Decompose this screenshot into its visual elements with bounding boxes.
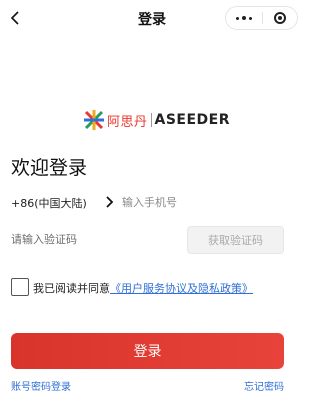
agreement-prefix: 我已阅读并同意 bbox=[33, 282, 110, 295]
miniapp-close-icon bbox=[274, 12, 286, 24]
logo-separator bbox=[150, 113, 152, 127]
more-dots-icon bbox=[236, 16, 239, 20]
login-button[interactable]: 登录 bbox=[11, 333, 284, 369]
logo-english-text: ASEEDER bbox=[154, 112, 231, 128]
get-code-button[interactable]: 获取验证码 bbox=[187, 226, 284, 254]
agreement-text: 我已阅读并同意《用户服务协议及隐私政策》 bbox=[33, 280, 253, 296]
chevron-right-icon[interactable] bbox=[104, 195, 114, 209]
logo-chinese-text: 阿思丹 bbox=[107, 114, 148, 130]
verification-code-input[interactable] bbox=[11, 230, 171, 248]
forgot-password-link[interactable]: 忘记密码 bbox=[244, 378, 284, 393]
agreement-checkbox[interactable] bbox=[11, 278, 29, 296]
country-code-selector[interactable]: +86(中国大陆) bbox=[11, 195, 87, 211]
more-button[interactable] bbox=[226, 7, 262, 29]
miniapp-capsule bbox=[225, 6, 298, 30]
password-login-link[interactable]: 账号密码登录 bbox=[11, 378, 71, 393]
top-nav-bar: 登录 bbox=[0, 0, 304, 36]
close-miniapp-button[interactable] bbox=[263, 7, 297, 29]
agreement-link[interactable]: 《用户服务协议及隐私政策》 bbox=[110, 282, 253, 295]
welcome-heading: 欢迎登录 bbox=[11, 157, 88, 179]
asterisk-logo-icon bbox=[84, 110, 104, 130]
phone-number-input[interactable] bbox=[122, 193, 292, 211]
brand-logo: 阿思丹 ASEEDER bbox=[83, 108, 230, 132]
